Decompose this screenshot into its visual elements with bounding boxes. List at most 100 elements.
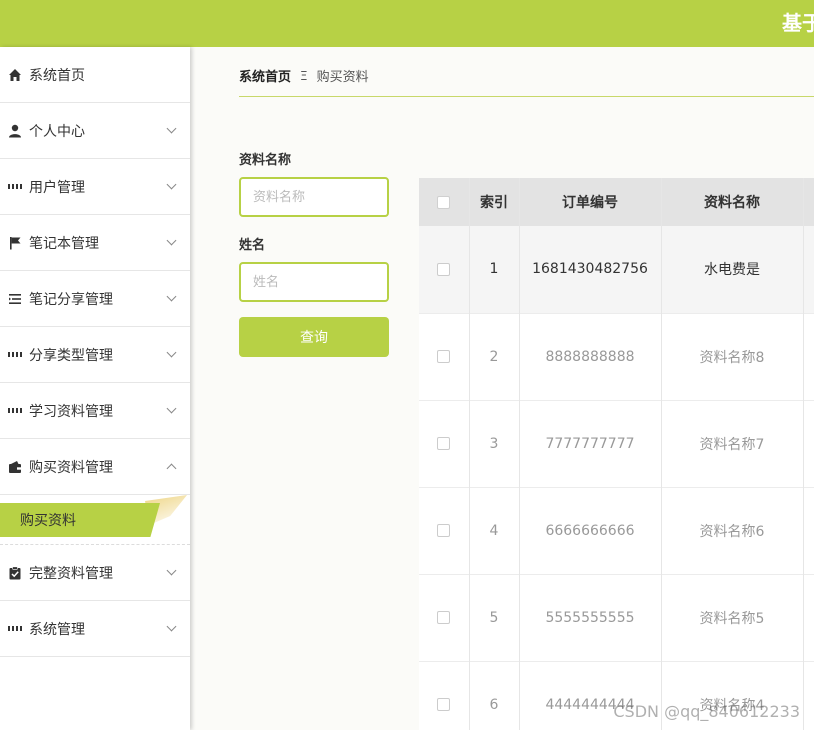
user-icon (8, 124, 22, 138)
row-select-cell (419, 313, 470, 400)
cell-order-number: 1681430482756 (519, 226, 662, 313)
sidebar-item-label: 系统首页 (29, 67, 85, 84)
chevron-down-icon (166, 621, 177, 632)
row-select-cell (419, 226, 470, 313)
row-checkbox[interactable] (437, 524, 451, 537)
cell-material-name: 资料名称8 (661, 313, 804, 400)
chevron-down-icon (166, 235, 177, 246)
sidebar-item-notebook-management[interactable]: 笔记本管理 (0, 215, 190, 271)
sidebar-item-note-share-management[interactable]: 笔记分享管理 (0, 271, 190, 327)
sidebar-item-label: 分享类型管理 (29, 347, 113, 364)
home-icon (8, 68, 22, 82)
sidebar-item-label: 个人中心 (29, 123, 85, 140)
breadcrumb-separator-icon: Ξ (300, 68, 308, 83)
sidebar-item-label: 用户管理 (29, 179, 85, 196)
cell-index: 2 (469, 313, 520, 400)
grid-icon (8, 404, 22, 418)
search-button[interactable]: 查询 (239, 317, 389, 357)
cell-order-number: 5555555555 (519, 574, 662, 661)
table-header-row: 索引 订单编号 资料名称 (419, 178, 814, 226)
top-header: 基于 (0, 0, 814, 47)
cell-index: 5 (469, 574, 520, 661)
sidebar-item-label: 完整资料管理 (29, 565, 113, 582)
sidebar-item-personal-center[interactable]: 个人中心 (0, 103, 190, 159)
app-title: 基于 (782, 11, 814, 35)
cell-overflow (803, 574, 814, 661)
select-all-checkbox[interactable] (437, 195, 451, 209)
sidebar-item-label: 笔记分享管理 (29, 291, 113, 308)
row-checkbox[interactable] (437, 350, 451, 363)
cell-overflow (803, 661, 814, 730)
cell-material-name: 资料名称7 (661, 400, 804, 487)
table-row[interactable]: 1 1681430482756 水电费是 (419, 226, 814, 313)
column-header-order-number: 订单编号 (519, 178, 662, 226)
cell-overflow (803, 226, 814, 313)
cell-order-number: 6666666666 (519, 487, 662, 574)
cell-overflow (803, 487, 814, 574)
submenu-item-label: 购买资料 (20, 513, 76, 529)
breadcrumb: 系统首页 Ξ 购买资料 (239, 66, 369, 86)
select-all-cell (419, 178, 470, 226)
grid-icon (8, 348, 22, 362)
submenu-item-purchase-material[interactable]: 购买资料 (0, 503, 160, 537)
grid-icon (8, 622, 22, 636)
watermark: CSDN @qq_840612233 (613, 702, 800, 721)
sidebar-item-user-management[interactable]: 用户管理 (0, 159, 190, 215)
column-header-material-name: 资料名称 (661, 178, 804, 226)
sidebar: 系统首页 个人中心 用户管理 笔记本管理 笔记分享管理 分享类型管理 学习资料管… (0, 47, 190, 730)
purchase-table: 索引 订单编号 资料名称 1 1681430482756 水电费是 2 8888… (419, 178, 814, 730)
chevron-down-icon (166, 291, 177, 302)
chevron-down-icon (166, 347, 177, 358)
sidebar-item-label: 购买资料管理 (29, 459, 113, 476)
table-row[interactable]: 5 5555555555 资料名称5 (419, 574, 814, 661)
breadcrumb-divider (239, 96, 814, 97)
cell-material-name: 资料名称6 (661, 487, 804, 574)
wallet-icon (8, 460, 22, 474)
chevron-down-icon (166, 403, 177, 414)
sidebar-item-system-management[interactable]: 系统管理 (0, 601, 190, 657)
list-icon (8, 292, 22, 306)
cell-material-name: 水电费是 (661, 226, 804, 313)
cell-index: 3 (469, 400, 520, 487)
table-row[interactable]: 2 8888888888 资料名称8 (419, 313, 814, 400)
cell-overflow (803, 400, 814, 487)
breadcrumb-current: 购买资料 (316, 70, 369, 85)
sidebar-item-home[interactable]: 系统首页 (0, 47, 190, 103)
name-label: 姓名 (239, 238, 266, 253)
name-input[interactable] (239, 262, 389, 302)
row-select-cell (419, 661, 470, 730)
breadcrumb-home[interactable]: 系统首页 (239, 66, 291, 85)
column-header-index: 索引 (469, 178, 520, 226)
row-select-cell (419, 400, 470, 487)
clipboard-icon (8, 566, 22, 580)
cell-order-number: 8888888888 (519, 313, 662, 400)
chevron-up-icon (166, 463, 177, 474)
sidebar-item-purchase-material-management[interactable]: 购买资料管理 (0, 439, 190, 495)
material-name-label: 资料名称 (239, 153, 292, 168)
cell-index: 4 (469, 487, 520, 574)
chevron-down-icon (166, 179, 177, 190)
sidebar-item-label: 系统管理 (29, 621, 85, 638)
sidebar-item-share-type-management[interactable]: 分享类型管理 (0, 327, 190, 383)
sidebar-item-study-material-management[interactable]: 学习资料管理 (0, 383, 190, 439)
table-row[interactable]: 4 6666666666 资料名称6 (419, 487, 814, 574)
chevron-down-icon (166, 123, 177, 134)
cell-overflow (803, 313, 814, 400)
flag-icon (8, 236, 22, 250)
sidebar-item-complete-material-management[interactable]: 完整资料管理 (0, 545, 190, 601)
material-name-input[interactable] (239, 177, 389, 217)
column-header-overflow (803, 178, 814, 226)
row-checkbox[interactable] (437, 698, 451, 711)
row-checkbox[interactable] (437, 611, 451, 624)
sidebar-item-label: 笔记本管理 (29, 235, 99, 252)
cell-index: 6 (469, 661, 520, 730)
cell-material-name: 资料名称5 (661, 574, 804, 661)
table-row[interactable]: 3 7777777777 资料名称7 (419, 400, 814, 487)
cell-index: 1 (469, 226, 520, 313)
row-checkbox[interactable] (437, 262, 451, 276)
row-select-cell (419, 487, 470, 574)
cell-order-number: 7777777777 (519, 400, 662, 487)
row-checkbox[interactable] (437, 437, 451, 450)
submenu-purchase: 购买资料 (0, 495, 190, 545)
row-select-cell (419, 574, 470, 661)
